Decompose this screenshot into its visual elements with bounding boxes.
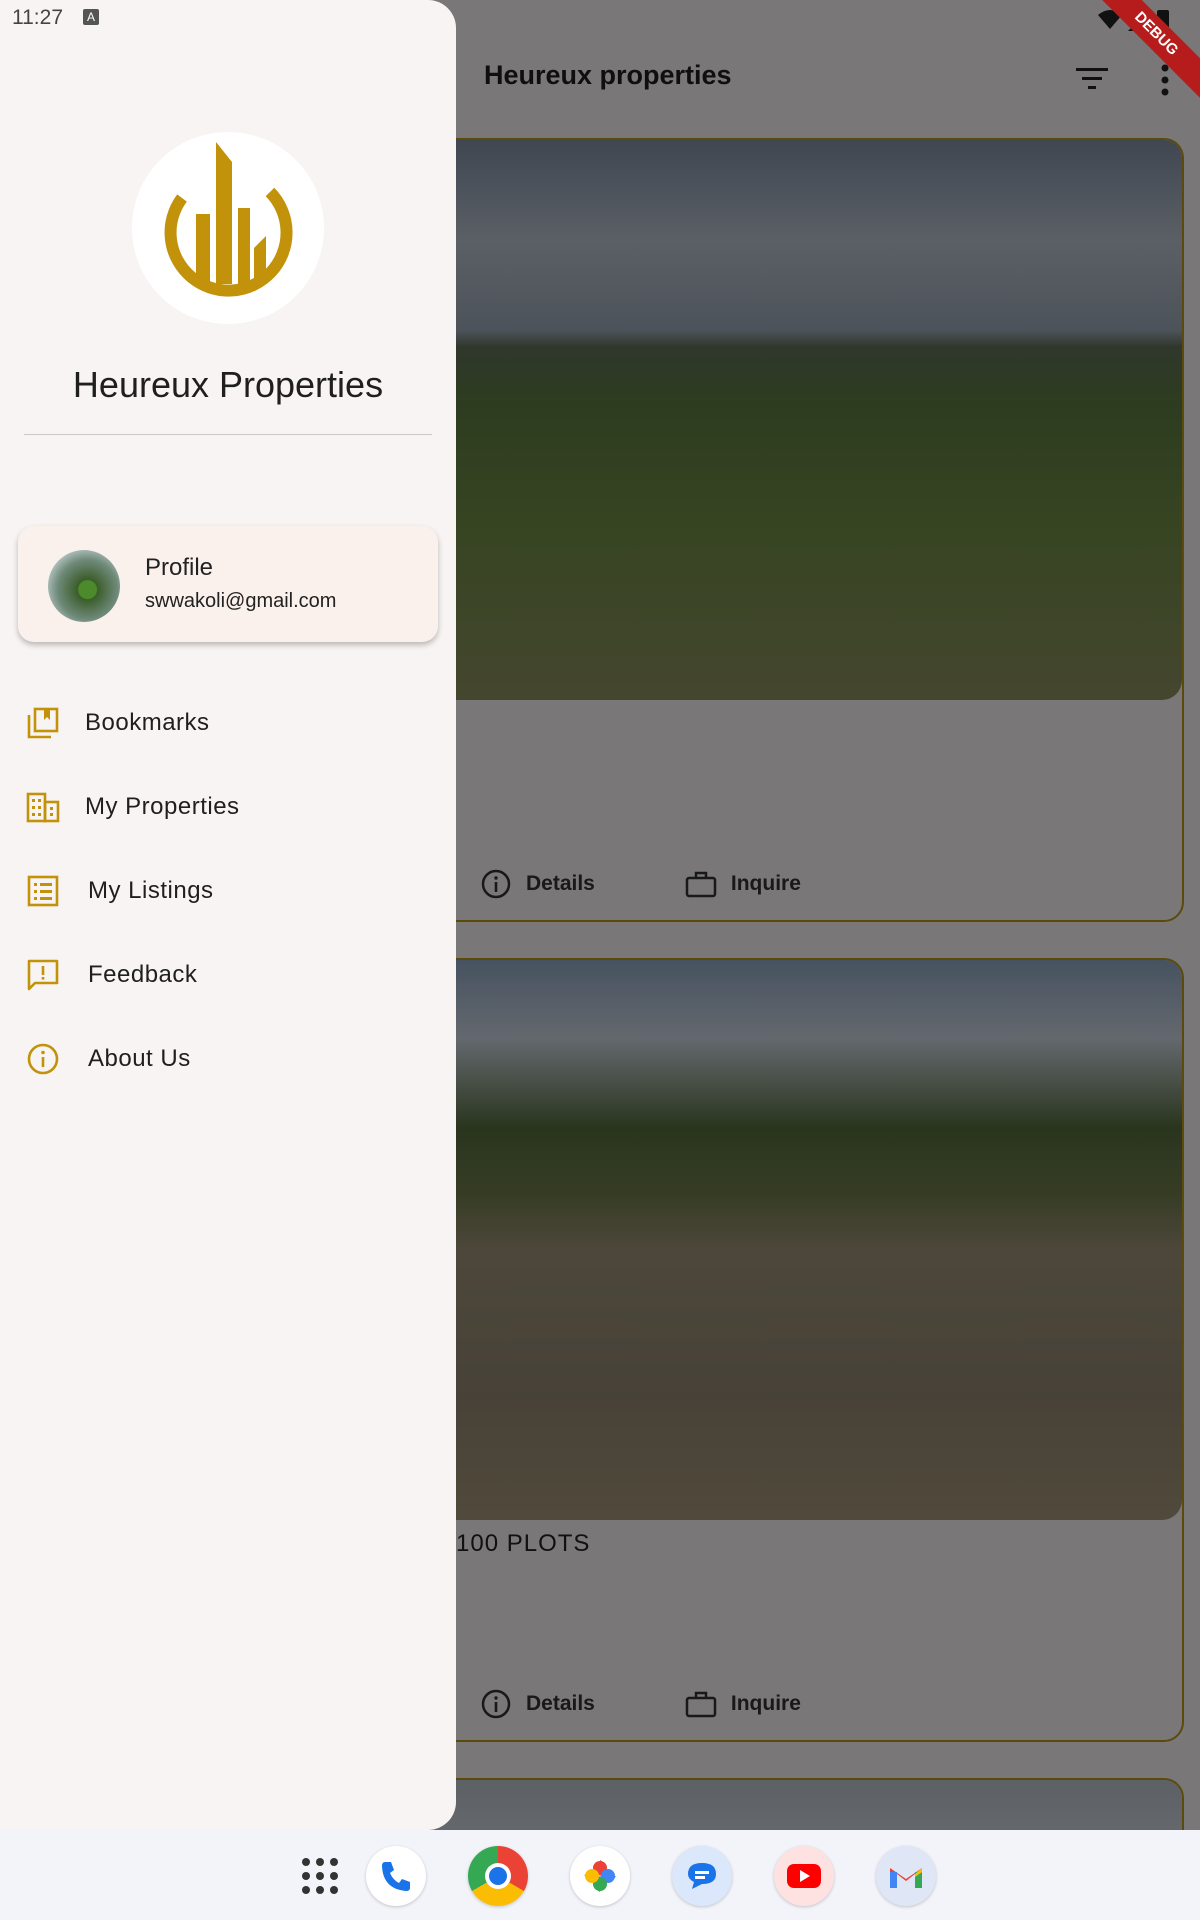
chrome-icon[interactable] xyxy=(468,1846,528,1906)
avatar xyxy=(48,550,120,622)
apps-grid-glyph xyxy=(302,1858,338,1894)
list-icon xyxy=(27,875,59,907)
building-icon xyxy=(26,792,60,823)
drawer-item-label: About Us xyxy=(88,1045,191,1072)
gmail-icon[interactable] xyxy=(876,1846,936,1906)
drawer-divider xyxy=(24,434,432,435)
feedback-icon xyxy=(27,959,59,991)
drawer-item-feedback[interactable]: Feedback xyxy=(0,940,456,1010)
drawer-item-label: Bookmarks xyxy=(85,709,210,736)
apps-grid-icon[interactable] xyxy=(290,1846,350,1906)
status-time: 11:27 xyxy=(12,6,63,29)
brand-logo xyxy=(132,132,324,324)
notification-badge: A xyxy=(83,9,99,25)
profile-card[interactable]: Profile swwakoli@gmail.com xyxy=(18,526,438,642)
youtube-icon[interactable] xyxy=(774,1846,834,1906)
drawer-item-my-listings[interactable]: My Listings xyxy=(0,856,456,926)
drawer-item-label: My Listings xyxy=(88,877,214,904)
profile-email: swwakoli@gmail.com xyxy=(145,590,337,612)
dock-apps xyxy=(290,1846,940,1906)
photos-glyph xyxy=(584,1860,616,1892)
drawer-item-label: Feedback xyxy=(88,961,198,988)
gmail-glyph xyxy=(890,1868,922,1888)
messages-icon[interactable] xyxy=(672,1846,732,1906)
drawer-item-label: My Properties xyxy=(85,793,240,820)
bookmarks-icon xyxy=(27,707,59,739)
profile-title: Profile xyxy=(145,554,214,581)
drawer-item-my-properties[interactable]: My Properties xyxy=(0,772,456,842)
drawer-item-about-us[interactable]: About Us xyxy=(0,1024,456,1094)
youtube-glyph xyxy=(787,1864,821,1888)
messages-glyph xyxy=(688,1863,716,1889)
chrome-dot xyxy=(489,1867,507,1885)
chrome-center xyxy=(485,1863,511,1889)
drawer-item-bookmarks[interactable]: Bookmarks xyxy=(0,688,456,758)
photos-icon[interactable] xyxy=(570,1846,630,1906)
phone-glyph xyxy=(382,1862,410,1891)
info-icon xyxy=(27,1043,59,1075)
building-logo-icon xyxy=(164,142,293,297)
drawer-brand-name: Heureux Properties xyxy=(72,364,384,405)
phone-icon[interactable] xyxy=(366,1846,426,1906)
navigation-drawer: 11:27 A Heureux Properties Profile swwak… xyxy=(0,0,456,1830)
